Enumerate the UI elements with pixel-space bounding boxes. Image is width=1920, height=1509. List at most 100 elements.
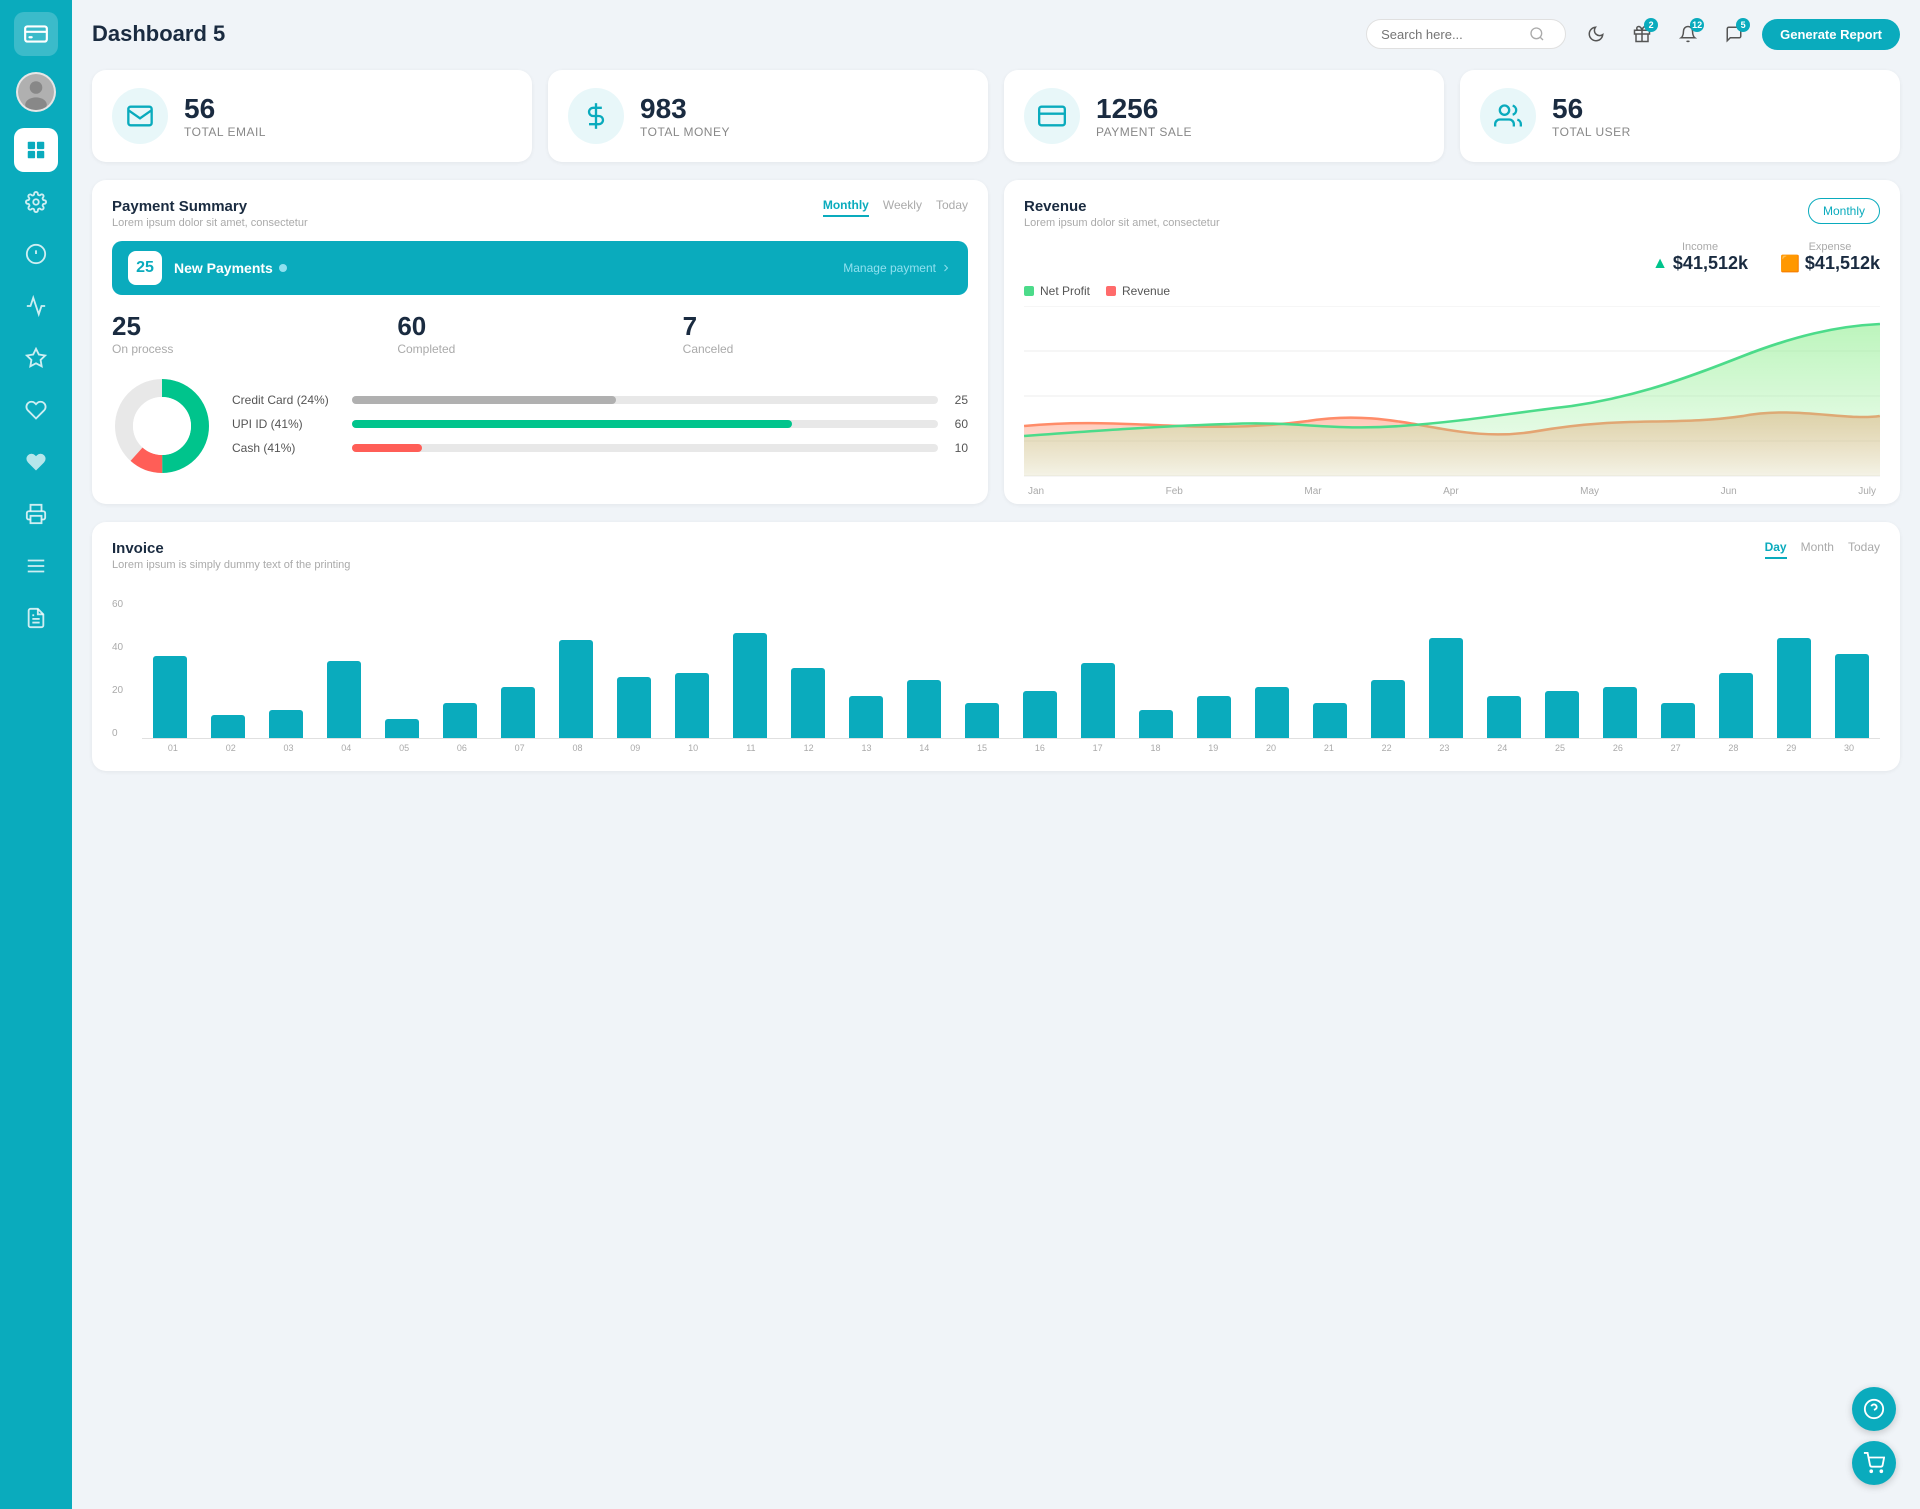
sidebar-item-heart2[interactable] [14, 440, 58, 484]
chat-btn[interactable]: 5 [1716, 16, 1752, 52]
expense-label: Expense [1780, 241, 1880, 253]
bar-label-15: 15 [953, 743, 1011, 753]
bar-label-05: 05 [375, 743, 433, 753]
bar-2 [211, 715, 245, 738]
cart-float-btn[interactable] [1852, 1441, 1896, 1485]
invoice-tab-day[interactable]: Day [1765, 540, 1787, 559]
stat-info-payment: 1256 PAYMENT SALE [1096, 93, 1192, 139]
bell-btn[interactable]: 12 [1670, 16, 1706, 52]
stat-card-email: 56 TOTAL EMAIL [92, 70, 532, 162]
payment-tabs: Monthly Weekly Today [823, 198, 968, 217]
stat-card-user: 56 TOTAL USER [1460, 70, 1900, 162]
sidebar-item-menu[interactable] [14, 544, 58, 588]
on-process-stat: 25 On process [112, 311, 397, 356]
canceled-stat: 7 Canceled [683, 311, 968, 356]
sidebar-item-star[interactable] [14, 336, 58, 380]
sidebar-item-print[interactable] [14, 492, 58, 536]
manage-payment-link[interactable]: Manage payment [843, 261, 952, 275]
revenue-monthly-btn[interactable]: Monthly [1808, 198, 1880, 224]
on-process-label: On process [112, 342, 397, 356]
gift-btn[interactable]: 2 [1624, 16, 1660, 52]
progress-row-upi: UPI ID (41%) 60 [232, 417, 968, 431]
sidebar-item-settings[interactable] [14, 180, 58, 224]
bar-23 [1429, 638, 1463, 738]
bar-25 [1545, 691, 1579, 738]
bar-label-20: 20 [1242, 743, 1300, 753]
legend-net-profit: Net Profit [1024, 284, 1090, 298]
invoice-tab-month[interactable]: Month [1801, 540, 1834, 559]
payment-summary-title-block: Payment Summary Lorem ipsum dolor sit am… [112, 198, 308, 241]
bar-label-04: 04 [317, 743, 375, 753]
bar-label-18: 18 [1127, 743, 1185, 753]
bar-30 [1835, 654, 1869, 738]
bar-label-14: 14 [895, 743, 953, 753]
completed-stat: 60 Completed [397, 311, 682, 356]
bar-15 [965, 703, 999, 738]
bar-label-03: 03 [260, 743, 318, 753]
donut-chart [112, 376, 212, 481]
income-value: ▲ $41,512k [1652, 253, 1748, 274]
invoice-bar-chart [142, 599, 1880, 739]
search-icon [1529, 26, 1545, 42]
gift-badge: 2 [1644, 18, 1658, 32]
tab-monthly[interactable]: Monthly [823, 198, 869, 217]
tab-today[interactable]: Today [936, 198, 968, 217]
stat-info-user: 56 TOTAL USER [1552, 93, 1631, 139]
tab-weekly[interactable]: Weekly [883, 198, 922, 217]
bar-6 [443, 703, 477, 738]
progress-val-upi: 60 [948, 417, 968, 431]
progress-label-credit: Credit Card (24%) [232, 393, 342, 407]
sidebar-item-info[interactable] [14, 232, 58, 276]
bar-label-28: 28 [1705, 743, 1763, 753]
bar-3 [269, 710, 303, 738]
completed-value: 60 [397, 311, 682, 342]
progress-fill-upi [352, 420, 792, 428]
bar-7 [501, 687, 535, 738]
sidebar-item-heart[interactable] [14, 388, 58, 432]
legend-dot-profit [1024, 286, 1034, 296]
sidebar-item-doc[interactable] [14, 596, 58, 640]
bar-label-16: 16 [1011, 743, 1069, 753]
revenue-card: Revenue Lorem ipsum dolor sit amet, cons… [1004, 180, 1900, 504]
progress-row-credit: Credit Card (24%) 25 [232, 393, 968, 407]
stat-card-payment: 1256 PAYMENT SALE [1004, 70, 1444, 162]
income-item: Income ▲ $41,512k [1652, 241, 1748, 274]
floating-buttons [1852, 1387, 1896, 1485]
search-input[interactable] [1381, 27, 1521, 42]
bar-4 [327, 661, 361, 738]
bar-label-17: 17 [1069, 743, 1127, 753]
sidebar-item-dashboard[interactable] [14, 128, 58, 172]
search-box[interactable] [1366, 19, 1566, 49]
bar-label-22: 22 [1358, 743, 1416, 753]
bar-label-27: 27 [1647, 743, 1705, 753]
bar-label-19: 19 [1184, 743, 1242, 753]
bar-label-24: 24 [1473, 743, 1531, 753]
generate-report-button[interactable]: Generate Report [1762, 19, 1900, 50]
invoice-subtitle: Lorem ipsum is simply dummy text of the … [112, 559, 350, 571]
avatar[interactable] [16, 72, 56, 112]
header: Dashboard 5 2 12 5 Generate Report [92, 16, 1900, 52]
dark-mode-btn[interactable] [1578, 16, 1614, 52]
sidebar-logo[interactable] [14, 12, 58, 56]
revenue-chart: Jan Feb Mar Apr May Jun July [1024, 306, 1880, 486]
bar-29 [1777, 638, 1811, 738]
expense-value: 🟧 $41,512k [1780, 253, 1880, 274]
bar-8 [559, 640, 593, 738]
money-value: 983 [640, 93, 730, 125]
progress-val-cash: 10 [948, 441, 968, 455]
revenue-subtitle: Lorem ipsum dolor sit amet, consectetur [1024, 217, 1220, 229]
user-icon-wrap [1480, 88, 1536, 144]
money-label: TOTAL MONEY [640, 125, 730, 139]
invoice-tab-today[interactable]: Today [1848, 540, 1880, 559]
bar-label-25: 25 [1531, 743, 1589, 753]
email-value: 56 [184, 93, 266, 125]
bar-label-12: 12 [780, 743, 838, 753]
bar-label-21: 21 [1300, 743, 1358, 753]
sidebar-item-chart[interactable] [14, 284, 58, 328]
new-payments-left: 25 New Payments [128, 251, 287, 285]
support-float-btn[interactable] [1852, 1387, 1896, 1431]
user-value: 56 [1552, 93, 1631, 125]
main-content: Dashboard 5 2 12 5 Generate Report [72, 0, 1920, 1509]
bar-label-26: 26 [1589, 743, 1647, 753]
bar-11 [733, 633, 767, 738]
